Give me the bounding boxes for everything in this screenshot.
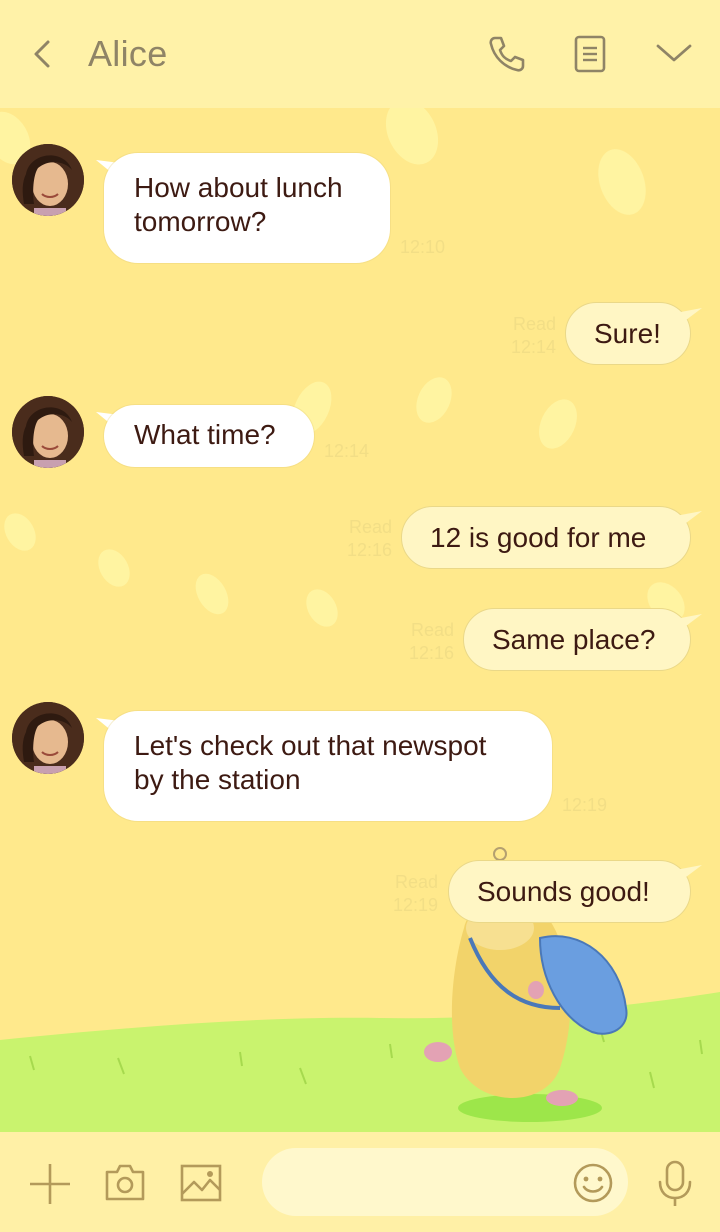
- chevron-down-icon[interactable]: [652, 32, 696, 76]
- avatar[interactable]: [12, 144, 84, 216]
- message-text-line: Same place?: [492, 624, 656, 655]
- camera-icon[interactable]: [104, 1162, 146, 1202]
- message-text-line: Sure!: [594, 318, 661, 349]
- avatar-image: [12, 702, 84, 774]
- phone-icon[interactable]: [484, 32, 528, 76]
- message-text-line: How about lunch: [134, 172, 343, 203]
- read-label: Read: [512, 314, 556, 334]
- message-bubble-incoming[interactable]: How about lunch tomorrow?: [104, 153, 390, 263]
- message-text-line: Let's check out that newspot: [134, 730, 487, 761]
- message-time: 12:14: [510, 337, 556, 357]
- message-text-line: What time?: [134, 419, 276, 450]
- read-receipt: Read 12:16: [398, 619, 454, 665]
- message-bubble-incoming[interactable]: What time?: [104, 405, 314, 467]
- image-icon[interactable]: [180, 1164, 222, 1202]
- message-time: 12:16: [346, 540, 392, 560]
- read-receipt: Read 12:19: [382, 871, 438, 917]
- read-label: Read: [394, 872, 438, 892]
- message-list: How about lunch tomorrow? 12:10 Read 12:…: [0, 108, 720, 1132]
- message-text-line: Sounds good!: [477, 876, 650, 907]
- read-label: Read: [410, 620, 454, 640]
- message-time: 12:16: [408, 643, 454, 663]
- emoji-icon[interactable]: [572, 1162, 614, 1204]
- avatar-image: [12, 396, 84, 468]
- message-time: 12:19: [392, 895, 438, 915]
- chat-title: Alice: [88, 33, 168, 74]
- avatar[interactable]: [12, 396, 84, 468]
- read-receipt: Read 12:16: [336, 516, 392, 562]
- read-label: Read: [348, 517, 392, 537]
- message-bubble-outgoing[interactable]: Sounds good!: [448, 860, 691, 923]
- avatar[interactable]: [12, 702, 84, 774]
- message-bubble-outgoing[interactable]: 12 is good for me: [401, 506, 691, 569]
- microphone-icon[interactable]: [656, 1160, 694, 1208]
- message-text-line: tomorrow?: [134, 206, 267, 237]
- bubble-tail: [670, 511, 702, 529]
- bubble-tail: [670, 865, 702, 883]
- message-text-line: 12 is good for me: [430, 522, 647, 553]
- chat-screen: Alice How about lunch tomorrow? 12:10 Re…: [0, 0, 720, 1232]
- message-time: 12:14: [324, 441, 370, 461]
- notes-icon[interactable]: [568, 32, 612, 76]
- bubble-tail: [670, 614, 702, 632]
- message-time: 12:10: [400, 237, 446, 257]
- message-input-bar: [0, 1132, 720, 1232]
- message-bubble-outgoing[interactable]: Same place?: [463, 608, 691, 671]
- plus-icon[interactable]: [28, 1162, 72, 1206]
- read-receipt: Read 12:14: [500, 313, 556, 359]
- chat-header: Alice: [0, 0, 720, 108]
- message-time: 12:19: [562, 795, 608, 815]
- avatar-image: [12, 144, 84, 216]
- back-icon[interactable]: [26, 34, 62, 74]
- message-bubble-incoming[interactable]: Let's check out that newspot by the stat…: [104, 711, 552, 821]
- bubble-tail: [670, 308, 702, 326]
- message-text-line: by the station: [134, 764, 301, 795]
